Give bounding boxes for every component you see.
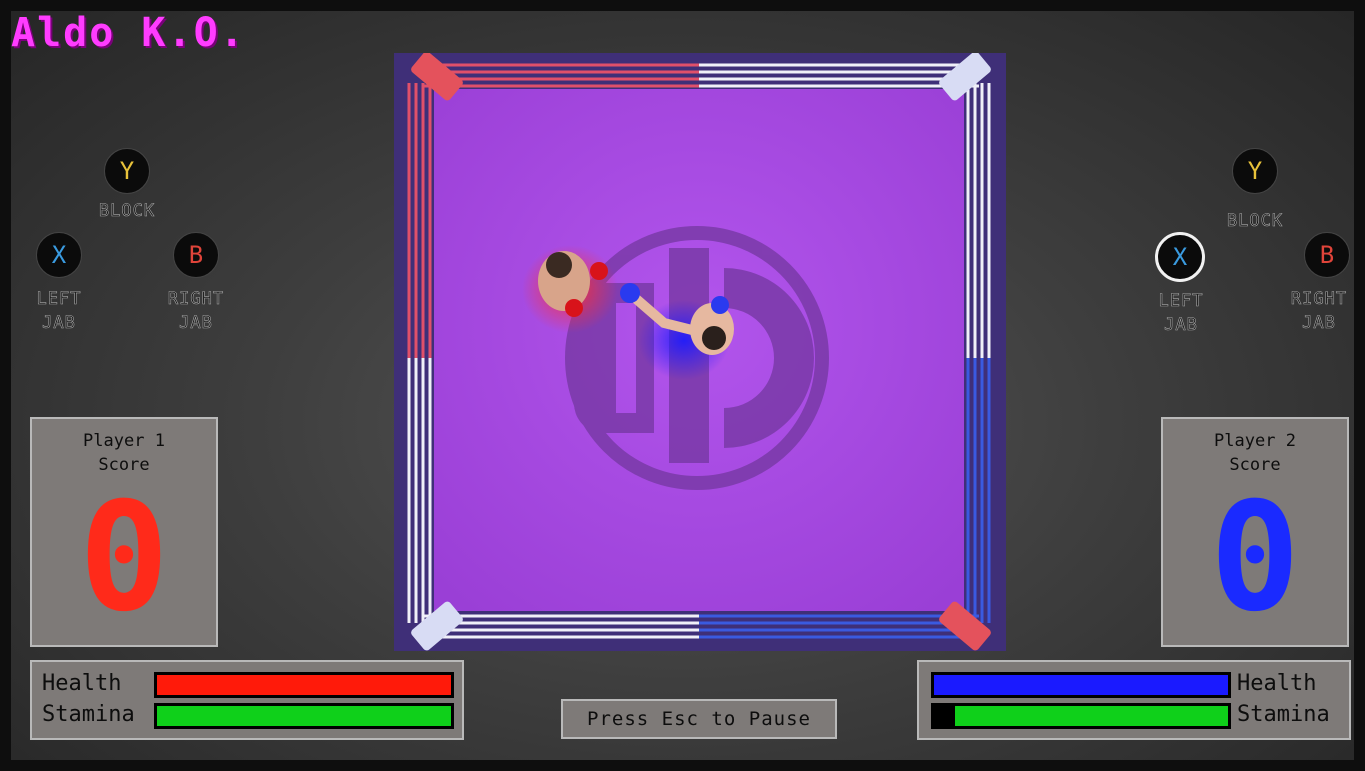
- boxing-ring: [394, 53, 1006, 651]
- p2-left-jab-label: LEFT JAB: [1121, 289, 1241, 337]
- player1-stamina-fill: [157, 706, 451, 726]
- p2-right-label-line1: RIGHT: [1290, 289, 1348, 310]
- player1-stamina-bar: [154, 703, 454, 729]
- red-boxer: [522, 245, 618, 333]
- player2-score-label: Player 2 Score: [1163, 429, 1347, 477]
- p1-b-button-icon: B: [173, 232, 219, 278]
- player1-score-value: 0: [78, 471, 170, 645]
- player2-score-panel: Player 2 Score 0: [1161, 417, 1349, 647]
- game-title: Aldo K.O.: [11, 11, 246, 56]
- player1-stats-panel: Health Stamina: [30, 660, 464, 740]
- player2-score-value: 0: [1209, 471, 1301, 645]
- p2-left-label-line1: LEFT: [1158, 291, 1204, 312]
- player1-stamina-label: Stamina: [42, 702, 135, 727]
- p2-x-glyph: X: [1172, 243, 1188, 271]
- p1-y-button-icon: Y: [104, 148, 150, 194]
- p2-b-glyph: B: [1319, 241, 1335, 269]
- player2-stamina-label: Stamina: [1237, 702, 1330, 727]
- player2-health-label: Health: [1237, 671, 1317, 696]
- p1-right-label-line2: JAB: [179, 313, 213, 334]
- p2-right-jab-label: RIGHT JAB: [1259, 287, 1354, 335]
- player1-score-label: Player 1 Score: [32, 429, 216, 477]
- p1-x-glyph: X: [51, 241, 67, 269]
- p2-right-label-line2: JAB: [1302, 313, 1336, 334]
- pause-hint: Press Esc to Pause: [561, 699, 837, 739]
- p1-y-glyph: Y: [119, 157, 135, 185]
- game-screen: Aldo K.O. Y BLOCK X B LEFT JAB RIGHT JAB…: [11, 11, 1354, 760]
- player2-stats-panel: Health Stamina: [917, 660, 1351, 740]
- player1-health-bar: [154, 672, 454, 698]
- p2-left-label-line2: JAB: [1164, 315, 1198, 336]
- p2-y-button-icon: Y: [1232, 148, 1278, 194]
- player2-stamina-bar: [931, 703, 1231, 729]
- p1-left-jab-label: LEFT JAB: [11, 287, 119, 335]
- p1-block-label: BLOCK: [98, 201, 156, 222]
- player2-stamina-fill: [954, 706, 1228, 726]
- p1-right-label-line1: RIGHT: [167, 289, 225, 310]
- p1-right-jab-label: RIGHT JAB: [136, 287, 256, 335]
- p2-b-button-icon: B: [1304, 232, 1350, 278]
- player2-health-bar: [931, 672, 1231, 698]
- player1-health-label: Health: [42, 671, 122, 696]
- player1-health-fill: [157, 675, 451, 695]
- player1-score-panel: Player 1 Score 0: [30, 417, 218, 647]
- player2-score-label-line1: Player 2: [1214, 431, 1296, 451]
- player1-score-label-line1: Player 1: [83, 431, 165, 451]
- player2-health-fill: [934, 675, 1228, 695]
- p2-x-button-icon: X: [1155, 232, 1205, 282]
- p1-left-label-line1: LEFT: [36, 289, 82, 310]
- p1-x-button-icon: X: [36, 232, 82, 278]
- p2-y-glyph: Y: [1247, 157, 1263, 185]
- p1-left-label-line2: JAB: [42, 313, 76, 334]
- p1-b-glyph: B: [188, 241, 204, 269]
- p2-block-label: BLOCK: [1226, 211, 1284, 232]
